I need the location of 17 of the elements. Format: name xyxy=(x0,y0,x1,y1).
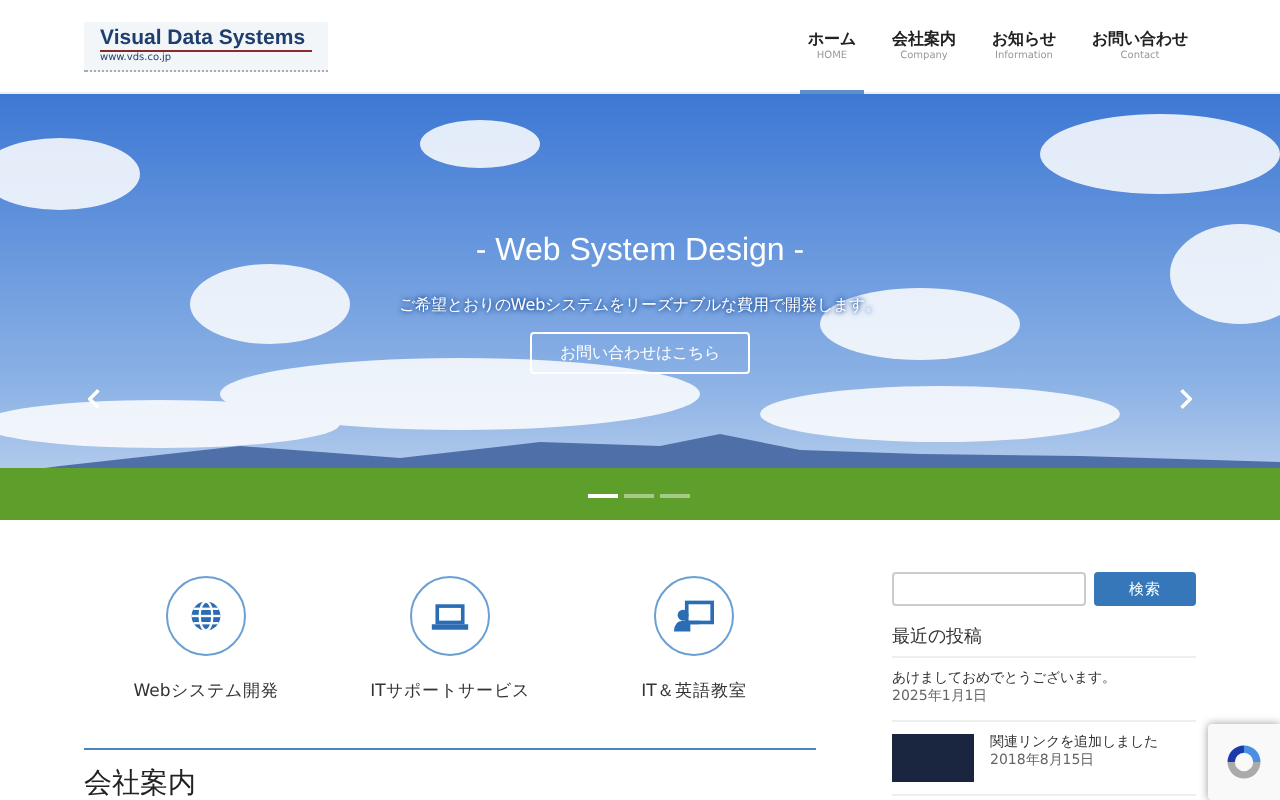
photo-placeholder[interactable] xyxy=(892,733,974,782)
hero-title: - Web System Design - xyxy=(475,234,805,270)
laptop-icon xyxy=(430,601,470,631)
logo-title: Visual Data Systems xyxy=(100,25,312,51)
next-slide-icon[interactable] xyxy=(1178,388,1192,410)
search-field[interactable] xyxy=(892,572,1086,606)
previous-slide-icon[interactable] xyxy=(88,388,102,410)
teacher-board-icon xyxy=(674,599,714,633)
recaptcha-icon xyxy=(1222,740,1266,784)
recaptcha-badge[interactable] xyxy=(1208,724,1280,800)
hero-subtitle: ご希望とおりのWebシステムをリーズナブルな費用で開発します。 xyxy=(398,294,882,316)
section-heading: 会社案内 xyxy=(84,766,198,800)
service-label[interactable]: Webシステム開発 xyxy=(133,680,279,704)
globe-icon xyxy=(188,598,224,634)
service-label[interactable]: ITサポートサービス xyxy=(370,680,530,704)
service-label[interactable]: IT＆英語教室 xyxy=(641,680,747,704)
widget-heading: 最近の投稿 xyxy=(892,624,1196,658)
